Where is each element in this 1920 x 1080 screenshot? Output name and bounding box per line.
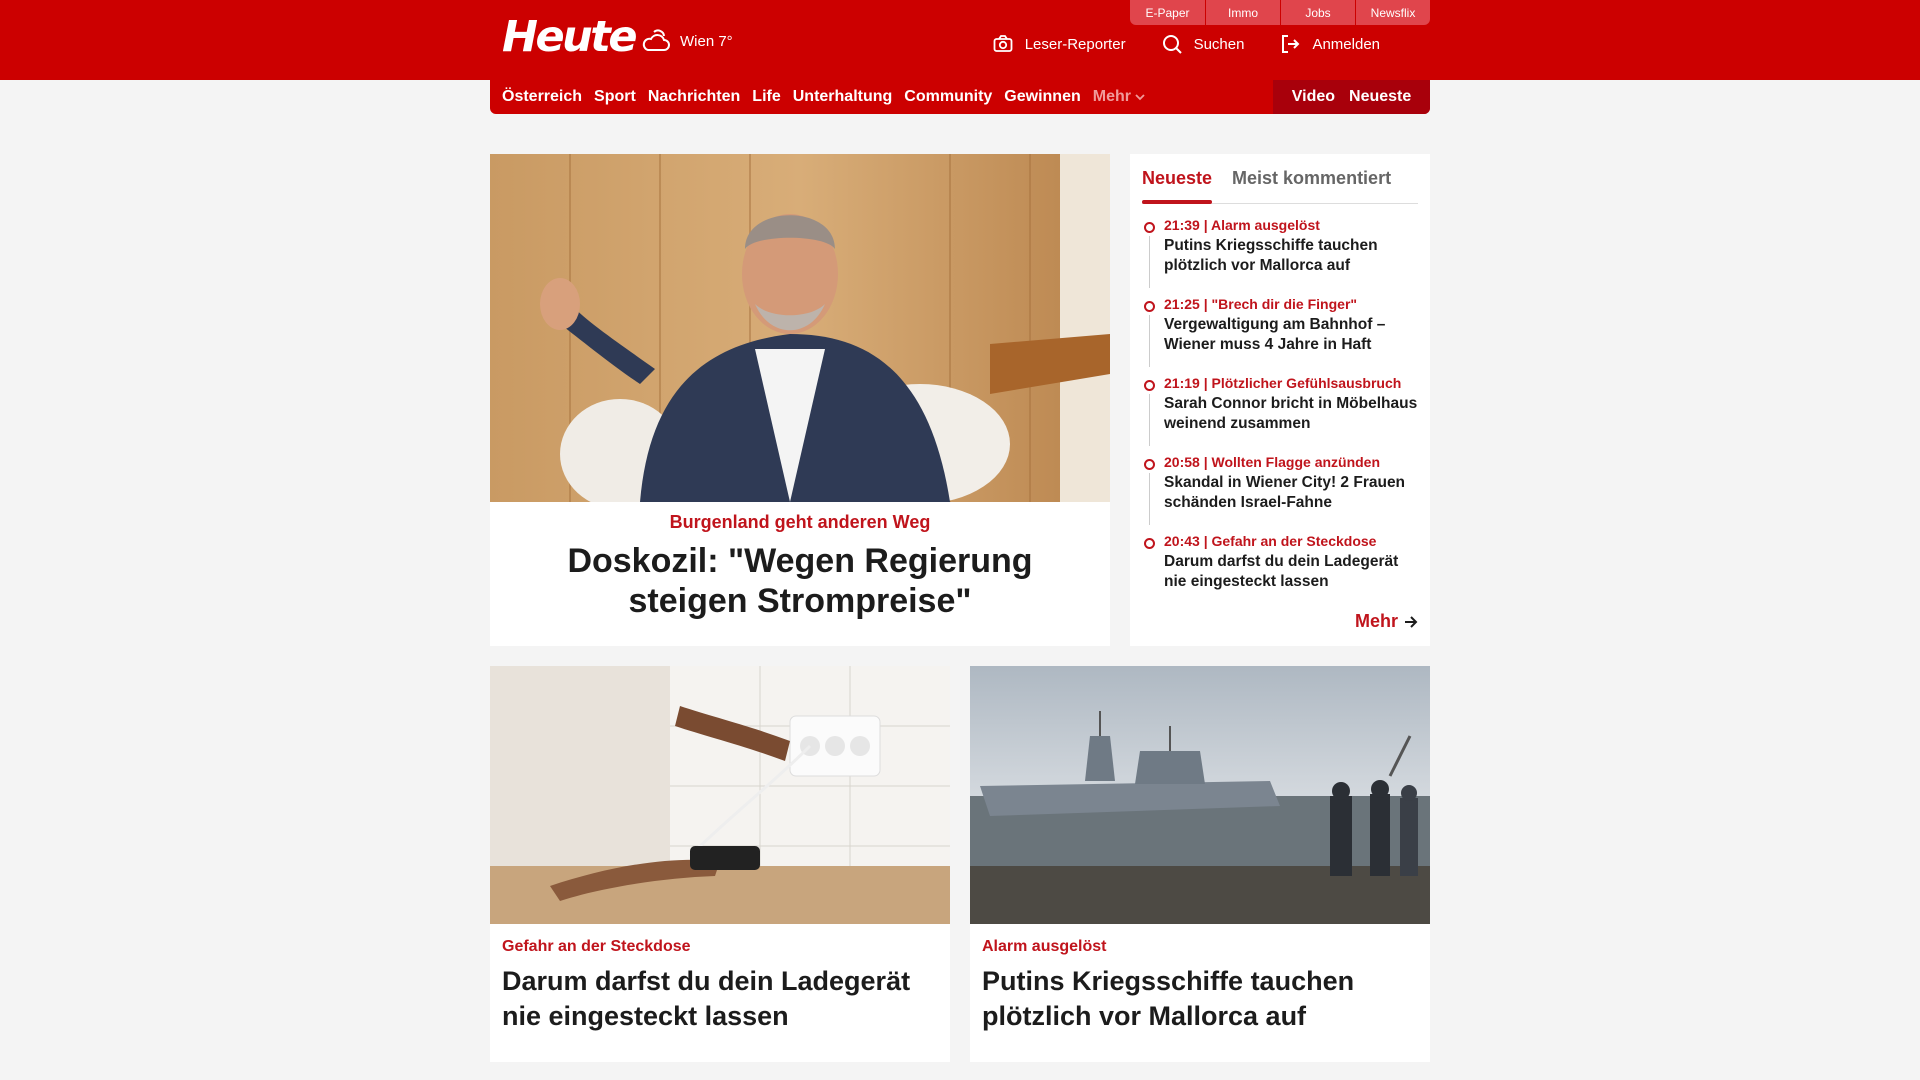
news-list: 21:39 | Alarm ausgelöst Putins Kriegssch… [1142, 216, 1418, 611]
nav-more-label: Mehr [1092, 88, 1131, 105]
hero-kicker: Burgenland geht anderen Weg [669, 512, 931, 532]
weather-text: Wien 7° [680, 32, 733, 50]
news-list-item[interactable]: 21:39 | Alarm ausgelöst Putins Kriegssch… [1142, 216, 1418, 295]
news-time: 20:43 | Gefahr an der Steckdose [1164, 533, 1377, 549]
arrow-right-icon [1405, 615, 1418, 628]
latest-news-panel: Neueste Meist kommentiert 21:39 | Alarm … [1130, 154, 1430, 646]
camera-icon [993, 35, 1013, 52]
news-title[interactable]: Putins Kriegsschiffe tauchen plötzlich v… [1164, 236, 1418, 276]
nav-item-unterhaltung[interactable]: Unterhaltung [793, 88, 893, 106]
article-kicker: Alarm ausgelöst [982, 938, 1107, 955]
nav-video[interactable]: Video [1292, 88, 1335, 106]
news-list-item[interactable]: 20:43 | Gefahr an der Steckdose Darum da… [1142, 532, 1418, 611]
hero-image[interactable] [490, 154, 1110, 502]
more-label: Mehr [1354, 611, 1398, 631]
tab-neueste[interactable]: Neueste [1142, 160, 1213, 204]
nav-right-group: Video Neueste [1273, 80, 1430, 114]
search-icon [1162, 35, 1182, 54]
news-list-item[interactable]: 21:25 | "Brech dir die Finger" Vergewalt… [1142, 295, 1418, 374]
article-card[interactable]: Gefahr an der Steckdose Darum darfst du … [490, 666, 950, 1062]
chevron-down-icon [1135, 94, 1145, 101]
nav-item-sport[interactable]: Sport [594, 88, 636, 106]
news-title[interactable]: Skandal in Wiener City! 2 Frauen schände… [1164, 473, 1418, 513]
header-inner: Heute Wien 7° E-Paper Immo Jobs Newsflix… [490, 0, 1430, 80]
util-tab-jobs[interactable]: Jobs [1280, 0, 1355, 25]
hero-title[interactable]: Doskozil: "Wegen Regierung steigen Strom… [520, 541, 1080, 621]
cloud-sun-icon [642, 29, 670, 51]
nav-item-nachrichten[interactable]: Nachrichten [648, 88, 740, 106]
article-image[interactable] [490, 666, 950, 924]
nav-neueste[interactable]: Neueste [1349, 88, 1411, 106]
news-title[interactable]: Sarah Connor bricht in Möbelhaus weinend… [1164, 394, 1418, 434]
site-header: Heute Wien 7° E-Paper Immo Jobs Newsflix… [0, 0, 1920, 80]
leser-reporter-label: Leser-Reporter [1024, 35, 1126, 53]
news-time: 21:39 | Alarm ausgelöst [1164, 217, 1320, 233]
news-list-item[interactable]: 20:58 | Wollten Flagge anzünden Skandal … [1142, 453, 1418, 532]
news-title[interactable]: Vergewaltigung am Bahnhof – Wiener muss … [1164, 315, 1418, 355]
article-kicker: Gefahr an der Steckdose [502, 938, 691, 955]
leser-reporter-button[interactable]: Leser-Reporter [993, 34, 1126, 54]
nav-item-oesterreich[interactable]: Österreich [502, 88, 582, 106]
search-button[interactable]: Suchen [1162, 34, 1245, 54]
util-tab-epaper[interactable]: E-Paper [1130, 0, 1205, 25]
util-tab-newsflix[interactable]: Newsflix [1355, 0, 1430, 25]
util-tab-immo[interactable]: Immo [1205, 0, 1280, 25]
nav-item-life[interactable]: Life [752, 88, 780, 106]
login-button[interactable]: Anmelden [1280, 34, 1380, 54]
news-time: 21:25 | "Brech dir die Finger" [1164, 296, 1358, 312]
article-card[interactable]: Alarm ausgelöst Putins Kriegsschiffe tau… [970, 666, 1430, 1062]
news-title[interactable]: Darum darfst du dein Ladegerät nie einge… [1164, 552, 1418, 592]
header-actions: Leser-Reporter Suchen Anmelden [993, 34, 1380, 54]
main-nav: Österreich Sport Nachrichten Life Unterh… [490, 80, 1430, 114]
site-logo[interactable]: Heute [502, 12, 637, 62]
nav-item-community[interactable]: Community [904, 88, 992, 106]
search-label: Suchen [1193, 35, 1245, 53]
utility-tabs: E-Paper Immo Jobs Newsflix [1130, 0, 1430, 25]
article-image[interactable] [970, 666, 1430, 924]
nav-item-gewinnen[interactable]: Gewinnen [1004, 88, 1080, 106]
login-icon [1282, 35, 1300, 53]
weather-widget[interactable]: Wien 7° [640, 26, 733, 56]
hero-article[interactable]: Burgenland geht anderen Weg Doskozil: "W… [490, 154, 1110, 646]
nav-more-dropdown[interactable]: Mehr [1093, 88, 1145, 106]
news-time: 21:19 | Plötzlicher Gefühlsausbruch [1164, 375, 1402, 391]
news-time: 20:58 | Wollten Flagge anzünden [1164, 454, 1381, 470]
more-link[interactable]: Mehr [1355, 611, 1418, 632]
article-title[interactable]: Putins Kriegsschiffe tauchen plötzlich v… [982, 964, 1418, 1034]
tab-meist-kommentiert[interactable]: Meist kommentiert [1232, 160, 1391, 203]
news-list-item[interactable]: 21:19 | Plötzlicher Gefühlsausbruch Sara… [1142, 374, 1418, 453]
article-title[interactable]: Darum darfst du dein Ladegerät nie einge… [502, 964, 938, 1034]
news-tabs: Neueste Meist kommentiert [1142, 160, 1418, 204]
nav-items: Österreich Sport Nachrichten Life Unterh… [502, 80, 1145, 114]
login-label: Anmelden [1312, 35, 1380, 53]
